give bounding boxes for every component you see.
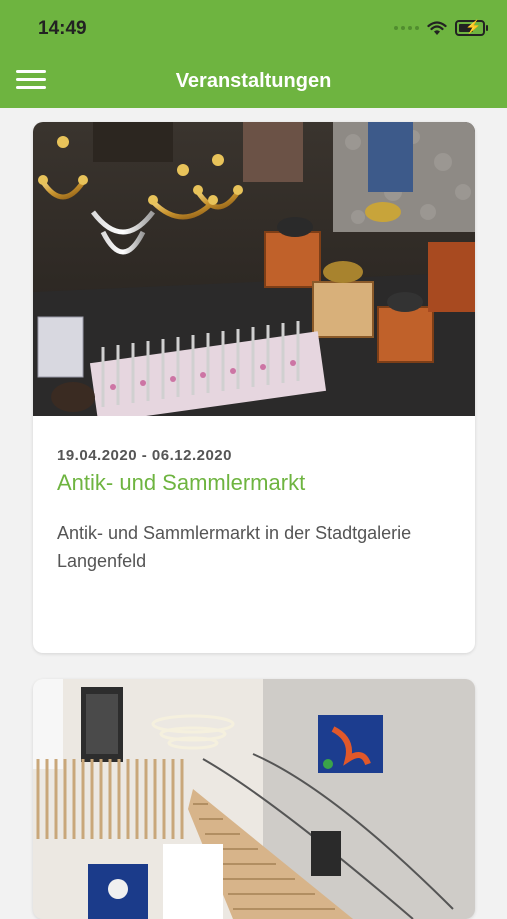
battery-charging-icon: ⚡ <box>455 19 488 36</box>
app-header: 14:49 ⚡ Veranstaltungen <box>0 0 507 108</box>
event-card[interactable] <box>33 679 475 919</box>
event-title[interactable]: Antik- und Sammlermarkt <box>57 470 305 496</box>
status-icons: ⚡ <box>394 19 488 36</box>
event-card[interactable]: 19.04.2020 - 06.12.2020 Antik- und Samml… <box>33 122 475 653</box>
wifi-icon <box>427 20 447 35</box>
page-title: Veranstaltungen <box>175 70 332 92</box>
flea-market-photo <box>33 122 475 416</box>
cellular-dots-icon <box>394 26 419 30</box>
stairwell-gallery-photo <box>33 679 475 919</box>
status-time: 14:49 <box>38 18 87 39</box>
event-date: 19.04.2020 - 06.12.2020 <box>57 447 232 464</box>
event-description: Antik- und Sammlermarkt in der Stadtgale… <box>57 523 412 571</box>
